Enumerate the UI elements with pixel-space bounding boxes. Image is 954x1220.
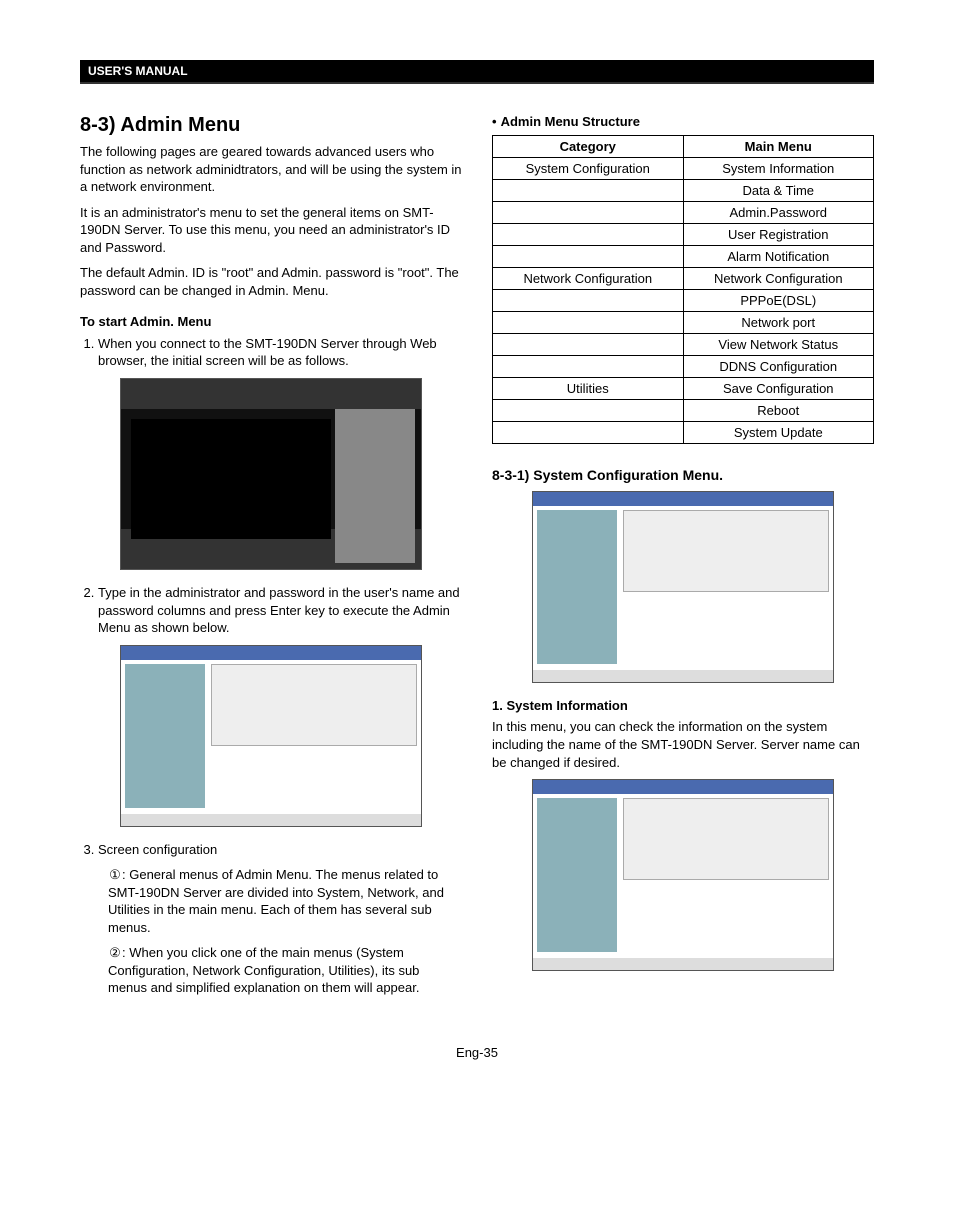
right-column: Admin Menu Structure Category Main Menu … (492, 114, 874, 1005)
section-831-heading: 8-3-1) System Configuration Menu. (492, 466, 874, 485)
cell-menu: Network port (683, 312, 874, 334)
cell-cat (493, 312, 684, 334)
screenshot-sidebar (537, 510, 617, 664)
step-1: When you connect to the SMT-190DN Server… (98, 335, 462, 370)
circled-2-row: ②: When you click one of the main menus … (108, 944, 462, 997)
cell-cat (493, 180, 684, 202)
cell-cat (493, 290, 684, 312)
screenshot-titlebar (121, 646, 421, 660)
cell-menu: Network Configuration (683, 268, 874, 290)
screenshot-side-panel (335, 409, 415, 563)
screenshot-content (211, 664, 417, 746)
screenshot-camera-grid (131, 419, 331, 539)
cell-cat (493, 400, 684, 422)
page-number: Eng-35 (80, 1045, 874, 1060)
screenshot-content (623, 798, 829, 880)
table-row: DDNS Configuration (493, 356, 874, 378)
table-row: Data & Time (493, 180, 874, 202)
screenshot-sysconfig-menu (532, 491, 834, 683)
start-heading: To start Admin. Menu (80, 313, 462, 331)
cell-cat: System Configuration (493, 158, 684, 180)
screenshot-admin-menu (120, 645, 422, 827)
sysinfo-heading: 1. System Information (492, 697, 874, 715)
left-column: 8-3) Admin Menu The following pages are … (80, 114, 462, 1005)
table-row: PPPoE(DSL) (493, 290, 874, 312)
two-column-layout: 8-3) Admin Menu The following pages are … (80, 114, 874, 1005)
cell-menu: User Registration (683, 224, 874, 246)
table-row: UtilitiesSave Configuration (493, 378, 874, 400)
circled-1-text: : General menus of Admin Menu. The menus… (108, 867, 444, 935)
screenshot-initial-web (120, 378, 422, 570)
menu-structure-table: Category Main Menu System ConfigurationS… (492, 135, 874, 444)
cell-menu: Alarm Notification (683, 246, 874, 268)
admin-menu-structure-heading: Admin Menu Structure (492, 114, 874, 129)
table-row: Network ConfigurationNetwork Configurati… (493, 268, 874, 290)
section-title: 8-3) Admin Menu (80, 114, 462, 137)
table-row: View Network Status (493, 334, 874, 356)
circled-1-icon: ① (108, 866, 122, 884)
screenshot-content (623, 510, 829, 592)
th-main-menu: Main Menu (683, 136, 874, 158)
cell-menu: PPPoE(DSL) (683, 290, 874, 312)
intro-para-3: The default Admin. ID is "root" and Admi… (80, 264, 462, 299)
steps-list: When you connect to the SMT-190DN Server… (80, 335, 462, 370)
screenshot-titlebar (533, 492, 833, 506)
cell-cat (493, 356, 684, 378)
cell-menu: System Information (683, 158, 874, 180)
table-row: Reboot (493, 400, 874, 422)
screenshot-sidebar (125, 664, 205, 808)
intro-para-2: It is an administrator's menu to set the… (80, 204, 462, 257)
screenshot-sysinfo (532, 779, 834, 971)
step-2: Type in the administrator and password i… (98, 584, 462, 637)
cell-cat (493, 224, 684, 246)
header-rule (80, 82, 874, 84)
steps-list-cont2: Screen configuration (80, 841, 462, 859)
intro-para-1: The following pages are geared towards a… (80, 143, 462, 196)
cell-cat: Network Configuration (493, 268, 684, 290)
step-3: Screen configuration (98, 841, 462, 859)
th-category: Category (493, 136, 684, 158)
screenshot-statusbar (533, 670, 833, 682)
table-row: Admin.Password (493, 202, 874, 224)
screenshot-sidebar (537, 798, 617, 952)
cell-menu: Reboot (683, 400, 874, 422)
cell-menu: View Network Status (683, 334, 874, 356)
table-row: Network port (493, 312, 874, 334)
screenshot-statusbar (533, 958, 833, 970)
screenshot-titlebar (533, 780, 833, 794)
steps-list-cont: Type in the administrator and password i… (80, 584, 462, 637)
cell-menu: System Update (683, 422, 874, 444)
cell-cat (493, 202, 684, 224)
cell-menu: Save Configuration (683, 378, 874, 400)
screen-config-details: ①: General menus of Admin Menu. The menu… (108, 866, 462, 997)
cell-cat: Utilities (493, 378, 684, 400)
cell-cat (493, 246, 684, 268)
cell-cat (493, 422, 684, 444)
screenshot-statusbar (121, 814, 421, 826)
table-row: System ConfigurationSystem Information (493, 158, 874, 180)
table-row: Alarm Notification (493, 246, 874, 268)
circled-2-text: : When you click one of the main menus (… (108, 945, 419, 995)
cell-cat (493, 334, 684, 356)
cell-menu: Admin.Password (683, 202, 874, 224)
table-row: System Update (493, 422, 874, 444)
circled-2-icon: ② (108, 944, 122, 962)
cell-menu: Data & Time (683, 180, 874, 202)
table-row: User Registration (493, 224, 874, 246)
circled-1-row: ①: General menus of Admin Menu. The menu… (108, 866, 462, 936)
cell-menu: DDNS Configuration (683, 356, 874, 378)
manual-header: USER'S MANUAL (80, 60, 874, 82)
sysinfo-text: In this menu, you can check the informat… (492, 718, 874, 771)
